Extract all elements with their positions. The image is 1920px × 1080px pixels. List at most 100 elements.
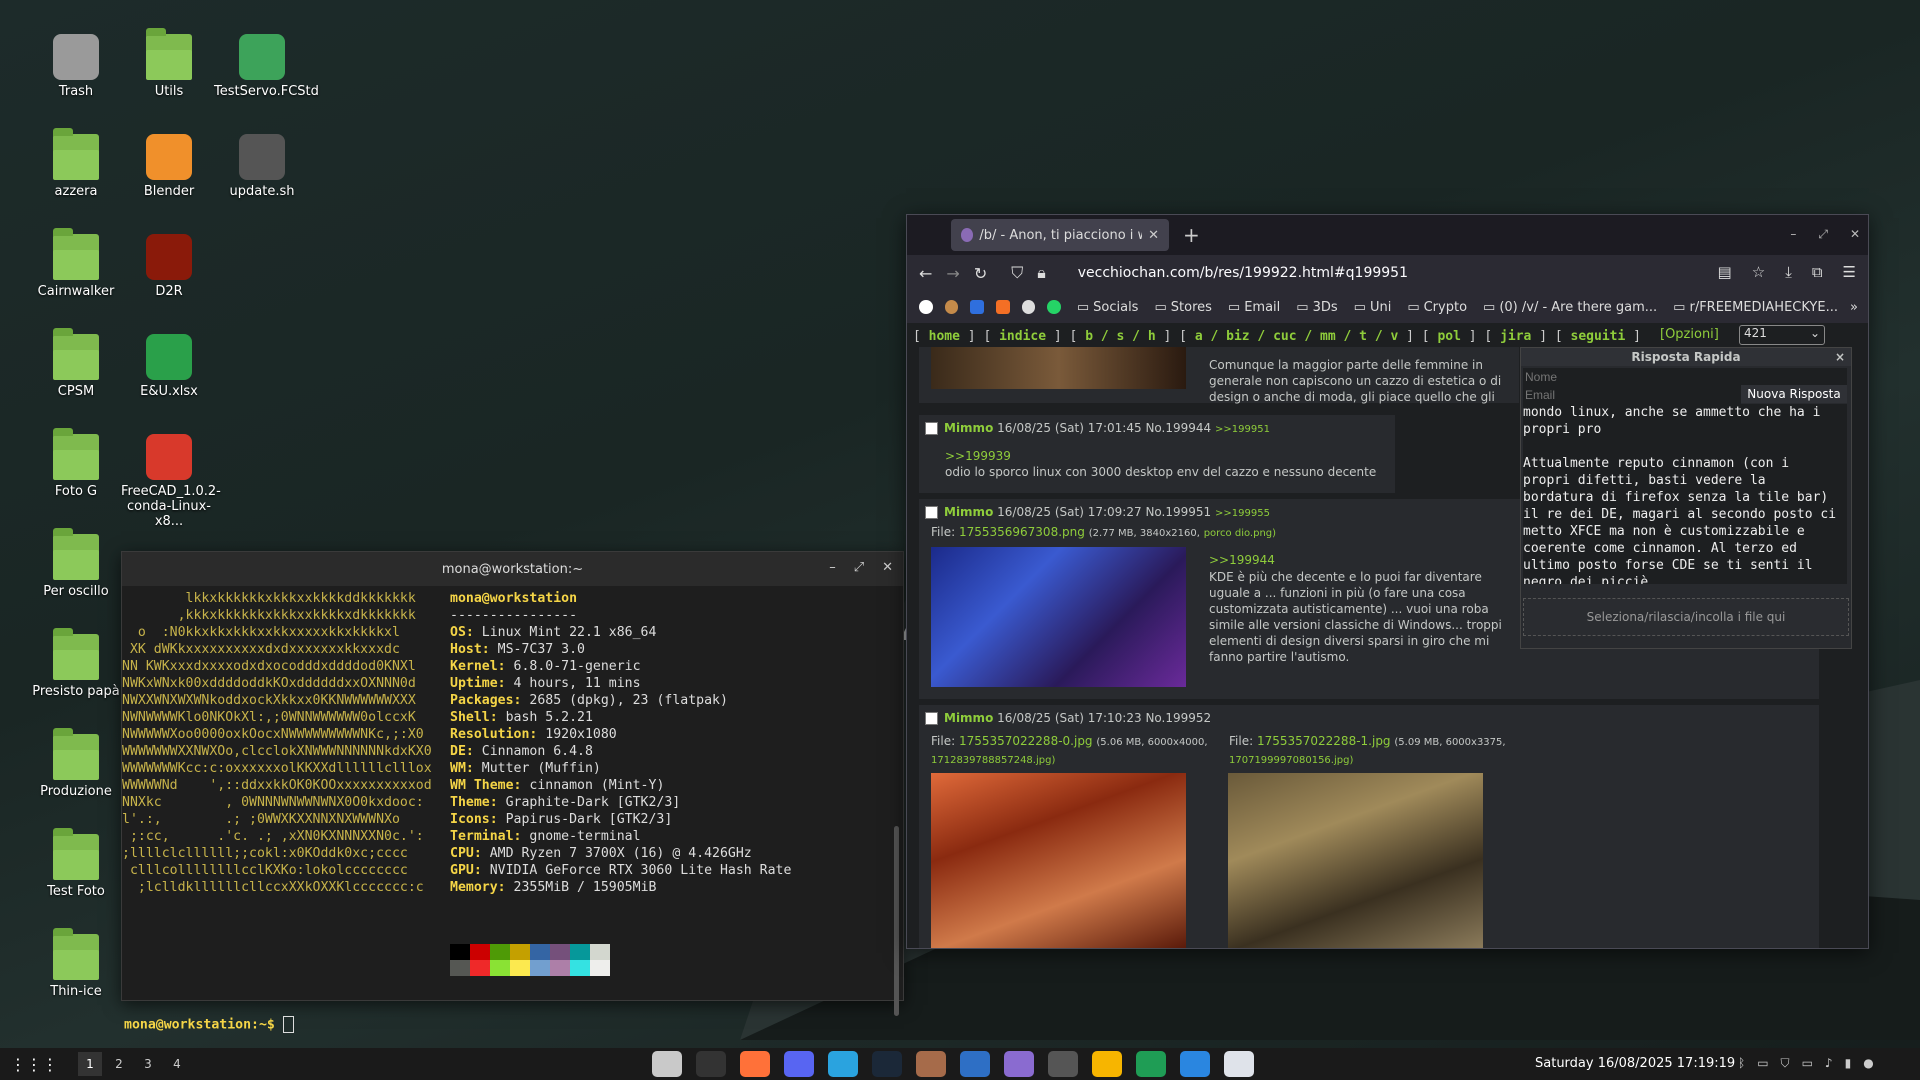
volume-icon[interactable]: ♪ [1825, 1056, 1833, 1071]
nav-seguiti-link[interactable]: seguiti [1571, 329, 1626, 344]
steam-app-icon[interactable] [872, 1051, 902, 1077]
battery-icon[interactable]: ▮ [1845, 1056, 1852, 1071]
terminal-app-icon[interactable] [696, 1051, 726, 1077]
bookmark-uni[interactable]: ▭ Uni [1354, 300, 1392, 315]
workspace-4[interactable]: 4 [165, 1052, 189, 1076]
name-input[interactable] [1523, 368, 1847, 386]
shell-prompt[interactable]: mona@workstation:~$ [124, 1016, 294, 1034]
system-monitor-app-icon[interactable] [1224, 1051, 1254, 1077]
backlink[interactable]: >>199951 [1215, 424, 1270, 435]
forward-icon[interactable]: → [946, 264, 959, 283]
app-menu-icon[interactable]: ⋮⋮⋮ [10, 1055, 58, 1074]
notepadpp-app-icon[interactable] [1092, 1051, 1122, 1077]
nav-boards-link[interactable]: b / s / h [1085, 329, 1155, 344]
desktop-icon-presisto-pap-[interactable]: Presisto papà [28, 628, 124, 699]
backlink[interactable]: >>199955 [1215, 508, 1270, 519]
desktop-icon-cpsm[interactable]: CPSM [28, 328, 124, 399]
options-link[interactable]: [Opzioni] [1660, 327, 1719, 342]
bookmark--0-v-are-there-gam-[interactable]: ▭ (0) /v/ - Are there gam... [1483, 300, 1657, 315]
telegram-app-icon[interactable] [828, 1051, 858, 1077]
t-icon[interactable] [970, 300, 984, 314]
nav-home-link[interactable]: home [929, 329, 960, 344]
desktop-icon-blender[interactable]: Blender [121, 134, 217, 199]
bluetooth-icon[interactable]: ᛒ [1738, 1056, 1745, 1071]
menu-icon[interactable]: ☰ [1843, 263, 1856, 281]
desktop-icon-produzione[interactable]: Produzione [28, 728, 124, 799]
desktop-icon-cairnwalker[interactable]: Cairnwalker [28, 228, 124, 299]
scrollbar[interactable] [894, 826, 899, 1016]
terminal-body[interactable]: lkkxkkkkkkxkkkxxkkkkddkkkkkkk ,kkkxkkkkk… [122, 586, 903, 1033]
lock-icon[interactable]: 🔒︎ [1037, 263, 1046, 283]
nav-pol-link[interactable]: pol [1437, 329, 1460, 344]
download-icon[interactable]: ⤓ [1785, 263, 1792, 281]
desktop-icon-e-u-xlsx[interactable]: E&U.xlsx [121, 334, 217, 399]
terminal-titlebar[interactable]: mona@workstation:~ – ⤢ ✕ [122, 552, 903, 586]
bookmark-crypto[interactable]: ▭ Crypto [1407, 300, 1467, 315]
clock[interactable]: Saturday 16/08/2025 17:19:19 [1535, 1056, 1735, 1071]
avatar-icon[interactable] [944, 300, 959, 314]
display-icon[interactable]: ▭ [1802, 1056, 1813, 1071]
post-image-thumbnail[interactable] [931, 773, 1186, 948]
desktop-icon-foto-g[interactable]: Foto G [28, 428, 124, 499]
quote-link[interactable]: >>199944 [1209, 553, 1275, 567]
google-icon[interactable] [919, 300, 933, 314]
spreadsheet-app-icon[interactable] [1136, 1051, 1166, 1077]
clipboard-icon[interactable]: ▭ [1757, 1056, 1768, 1071]
desktop-icon-freecad-1-0-2-conda-linux-x8-[interactable]: FreeCAD_1.0.2-conda-Linux-x8... [121, 434, 221, 529]
desktop-icon-per-oscillo[interactable]: Per oscillo [28, 528, 124, 599]
more-bookmarks-icon[interactable]: » [1850, 300, 1868, 315]
desktop-icon-update-sh[interactable]: update.sh [214, 134, 310, 199]
desktop-icon-test-foto[interactable]: Test Foto [28, 828, 124, 899]
desktop-icon-azzera[interactable]: azzera [28, 128, 124, 199]
post-checkbox[interactable] [925, 506, 938, 519]
post-number-link[interactable]: No.199952 [1145, 711, 1211, 725]
browser-tab[interactable]: /b/ - Anon, ti piacciono i wall ✕ [951, 219, 1169, 251]
workspace-1[interactable]: 1 [78, 1052, 102, 1076]
desktop-icon-d2r[interactable]: D2R [121, 234, 217, 299]
thunderbird-app-icon[interactable] [1180, 1051, 1210, 1077]
browser-window[interactable]: /b/ - Anon, ti piacciono i wall ✕ + – ⤢ … [906, 214, 1869, 949]
back-icon[interactable]: ← [919, 264, 932, 283]
discord-app-icon[interactable] [784, 1051, 814, 1077]
workspace-2[interactable]: 2 [107, 1052, 131, 1076]
post-image-thumbnail[interactable] [1228, 773, 1483, 948]
nav-boards2-link[interactable]: a / biz / cuc / mm / t / v [1195, 329, 1399, 344]
gimp-app-icon[interactable] [916, 1051, 946, 1077]
bookmark-stores[interactable]: ▭ Stores [1154, 300, 1211, 315]
terminal-window[interactable]: mona@workstation:~ – ⤢ ✕ lkkxkkkkkkxkkkx… [121, 551, 904, 1033]
chatgpt-icon[interactable] [1021, 300, 1036, 314]
qbittorrent-app-icon[interactable] [960, 1051, 990, 1077]
desktop-icon-utils[interactable]: Utils [121, 28, 217, 99]
post-thumbnail[interactable] [931, 347, 1186, 389]
workspace-3[interactable]: 3 [136, 1052, 160, 1076]
firefox-app-icon[interactable] [740, 1051, 770, 1077]
post-image-thumbnail[interactable] [931, 547, 1186, 687]
reload-icon[interactable]: ↻ [974, 264, 987, 283]
nav-jira-link[interactable]: jira [1500, 329, 1531, 344]
desktop-icon-trash[interactable]: Trash [28, 34, 124, 99]
file-link[interactable]: 1755357022288-1.jpg [1257, 734, 1391, 748]
nav-indice-link[interactable]: indice [999, 329, 1046, 344]
submit-button[interactable]: Nuova Risposta [1741, 385, 1847, 403]
maximize-icon[interactable]: ⤢ [854, 560, 864, 575]
disk-app-icon[interactable] [1004, 1051, 1034, 1077]
maximize-icon[interactable]: ⤢ [1818, 227, 1828, 242]
star-icon[interactable]: ☆ [1752, 263, 1765, 281]
files-app-icon[interactable] [652, 1051, 682, 1077]
quote-link[interactable]: >>199939 [919, 435, 1395, 463]
whatsapp-icon[interactable] [1047, 300, 1061, 314]
obs-app-icon[interactable] [1048, 1051, 1078, 1077]
close-tab-icon[interactable]: ✕ [1148, 228, 1159, 243]
post-checkbox[interactable] [925, 422, 938, 435]
bookmark-r-freemediaheckye-[interactable]: ▭ r/FREEMEDIAHECKYE... [1673, 300, 1838, 315]
reader-icon[interactable]: ▤ [1718, 263, 1732, 281]
shield-icon[interactable]: ⛉ [1011, 263, 1023, 283]
thread-select[interactable]: 421 ⌄ [1739, 325, 1825, 345]
new-tab-icon[interactable]: + [1183, 223, 1200, 247]
minimize-icon[interactable]: – [1790, 227, 1796, 242]
file-link[interactable]: 1755356967308.png [959, 525, 1085, 539]
shield-icon[interactable]: ⛉ [1781, 1056, 1790, 1071]
desktop-icon-thin-ice[interactable]: Thin-ice [28, 928, 124, 999]
desktop-icon-testservo-fcstd[interactable]: TestServo.FCStd [214, 34, 319, 99]
close-icon[interactable]: × [1835, 348, 1845, 366]
